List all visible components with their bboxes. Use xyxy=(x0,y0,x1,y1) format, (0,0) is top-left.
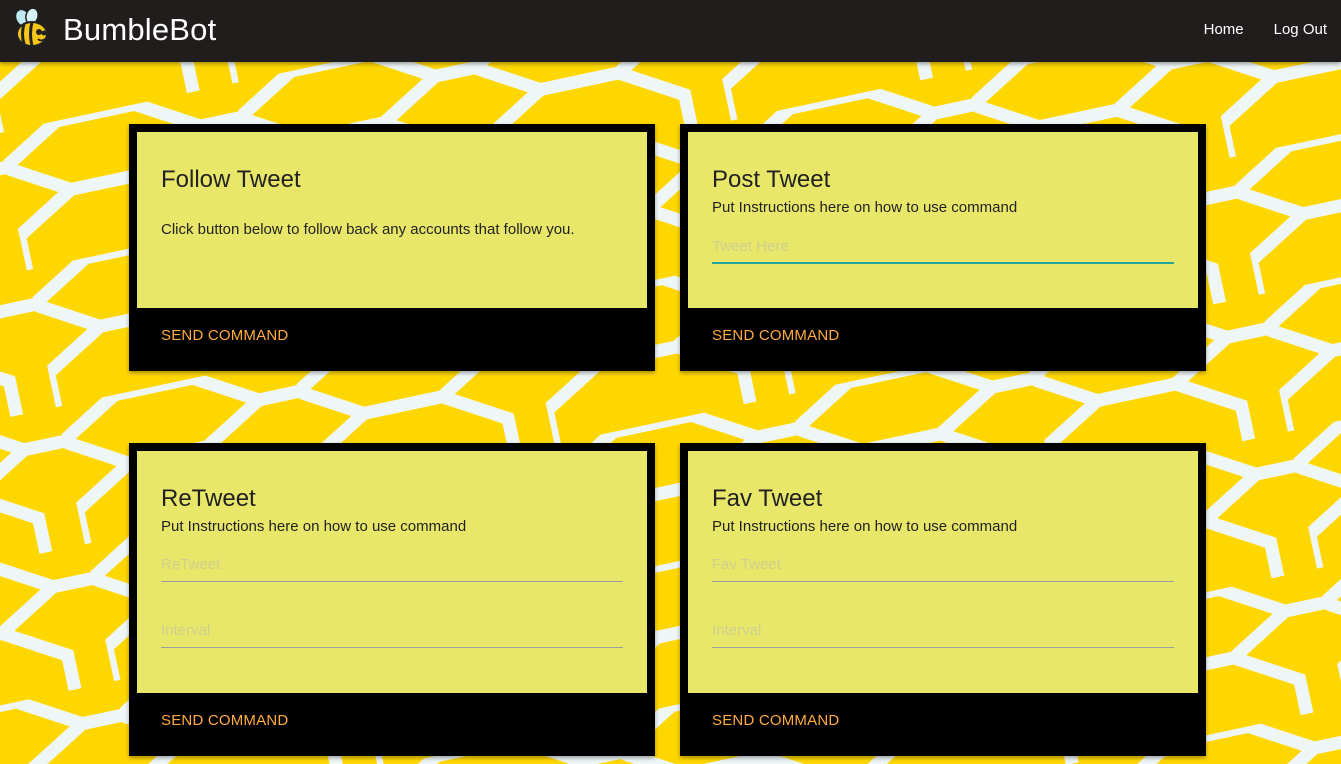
card-fav-tweet: Fav Tweet Put Instructions here on how t… xyxy=(680,443,1206,756)
card-post-tweet: Post Tweet Put Instructions here on how … xyxy=(680,124,1206,371)
card-title: ReTweet xyxy=(161,485,256,512)
card-body: Post Tweet Put Instructions here on how … xyxy=(688,132,1198,308)
retweet-input[interactable] xyxy=(161,548,623,582)
card-description: Put Instructions here on how to use comm… xyxy=(712,518,1018,535)
retweet-interval-input[interactable] xyxy=(161,614,623,648)
send-command-button-post[interactable]: SEND COMMAND xyxy=(712,327,839,344)
card-retweet: ReTweet Put Instructions here on how to … xyxy=(129,443,655,756)
card-description: Put Instructions here on how to use comm… xyxy=(161,518,467,535)
card-description: Put Instructions here on how to use comm… xyxy=(712,199,1018,216)
card-title: Follow Tweet xyxy=(161,166,301,193)
fav-tweet-input[interactable] xyxy=(712,548,1174,582)
card-follow-tweet: Follow Tweet Click button below to follo… xyxy=(129,124,655,371)
fav-interval-input[interactable] xyxy=(712,614,1174,648)
brand-title[interactable]: BumbleBot xyxy=(63,12,216,48)
nav-links: Home Log Out xyxy=(1204,21,1327,38)
card-description: Click button below to follow back any ac… xyxy=(161,221,575,238)
send-command-button-follow[interactable]: SEND COMMAND xyxy=(161,327,288,344)
nav-home-link[interactable]: Home xyxy=(1204,21,1244,38)
card-body: Fav Tweet Put Instructions here on how t… xyxy=(688,451,1198,693)
tweet-input[interactable] xyxy=(712,230,1174,264)
send-command-button-retweet[interactable]: SEND COMMAND xyxy=(161,712,288,729)
send-command-button-fav[interactable]: SEND COMMAND xyxy=(712,712,839,729)
card-body: Follow Tweet Click button below to follo… xyxy=(137,132,647,308)
card-body: ReTweet Put Instructions here on how to … xyxy=(137,451,647,693)
card-title: Post Tweet xyxy=(712,166,831,193)
navbar: BumbleBot Home Log Out xyxy=(0,0,1341,62)
card-title: Fav Tweet xyxy=(712,485,823,512)
bee-icon xyxy=(10,7,48,47)
nav-logout-link[interactable]: Log Out xyxy=(1274,21,1327,38)
